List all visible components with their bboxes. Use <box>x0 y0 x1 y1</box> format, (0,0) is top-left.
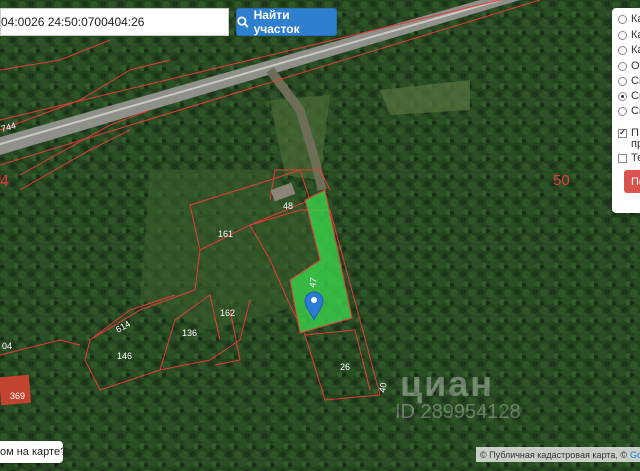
layer-option-label: Сп <box>631 75 640 87</box>
panel-action-button-label: По <box>631 175 640 188</box>
panel-action-button[interactable]: По <box>624 170 640 193</box>
cian-watermark-id: ID 289954128 <box>395 401 521 423</box>
layer-option-3[interactable]: Ка <box>618 43 640 57</box>
attribution-text: © Публичная кадастровая карта, © <box>480 449 627 460</box>
checkbox-sublabel-row: пр <box>631 137 640 151</box>
layer-option-label: Ка <box>631 29 640 41</box>
radio-button[interactable] <box>618 106 627 116</box>
layer-option-2[interactable]: Ка <box>618 28 640 42</box>
parcel-label-161: 161 <box>218 229 233 239</box>
checkbox[interactable] <box>618 153 627 163</box>
quarter-label-4: 4 <box>0 173 9 190</box>
radio-button[interactable] <box>618 14 627 24</box>
layer-option-label: Ор <box>631 60 640 72</box>
parcel-label-136: 136 <box>182 328 197 338</box>
google-attribution-link[interactable]: Googl <box>630 450 640 460</box>
layer-option-label: Сп <box>631 90 640 102</box>
layer-option-6[interactable]: Сп <box>618 89 640 103</box>
layer-option-4[interactable]: Ор <box>618 59 640 73</box>
cadastral-number-input[interactable]: 04:0026 24:50:0700404:26 <box>0 8 229 36</box>
layer-option-label: Сп <box>631 105 640 117</box>
layer-option-5[interactable]: Сп <box>618 74 640 88</box>
radio-button[interactable] <box>618 45 627 55</box>
radio-button-selected[interactable] <box>618 91 627 101</box>
satellite-map[interactable]: 744 48 161 47 162 614 136 146 26 40 369 … <box>0 0 640 471</box>
layer-option-label: Ка <box>631 44 640 56</box>
checkbox-label: Те <box>631 152 640 164</box>
parcel-label-48: 48 <box>283 201 293 211</box>
parcel-label-26: 26 <box>340 362 350 372</box>
search-icon <box>237 16 249 28</box>
parcel-label-47: 47 <box>307 277 319 289</box>
find-parcel-button[interactable]: Найти участок <box>236 8 337 36</box>
find-parcel-button-label: Найти участок <box>253 8 300 36</box>
checkbox-option-2[interactable]: Те <box>618 151 640 165</box>
search-input-value: 04:0026 24:50:0700404:26 <box>1 15 145 29</box>
radio-button[interactable] <box>618 61 627 71</box>
parcel-label-146: 146 <box>117 351 132 361</box>
checkbox[interactable] <box>618 127 627 138</box>
checkbox-sublabel: пр <box>631 138 640 150</box>
parcel-label-162: 162 <box>220 308 235 318</box>
parcel-label-04: 04 <box>2 341 12 351</box>
parcel-label-369: 369 <box>10 391 25 401</box>
layer-option-label: Ка <box>631 13 640 25</box>
quarter-label-50: 50 <box>553 172 570 189</box>
help-bubble[interactable]: ом на карте? <box>0 441 67 463</box>
radio-button[interactable] <box>618 30 627 40</box>
layer-option-1[interactable]: Ка <box>618 12 640 26</box>
help-bubble-text: ом на карте? <box>0 446 67 458</box>
parcel-label-40: 40 <box>377 382 389 394</box>
radio-button[interactable] <box>618 76 627 86</box>
map-attribution: © Публичная кадастровая карта, © Googl <box>476 447 640 462</box>
cian-watermark: циан <box>400 363 495 404</box>
layer-option-7[interactable]: Сп <box>618 104 640 118</box>
